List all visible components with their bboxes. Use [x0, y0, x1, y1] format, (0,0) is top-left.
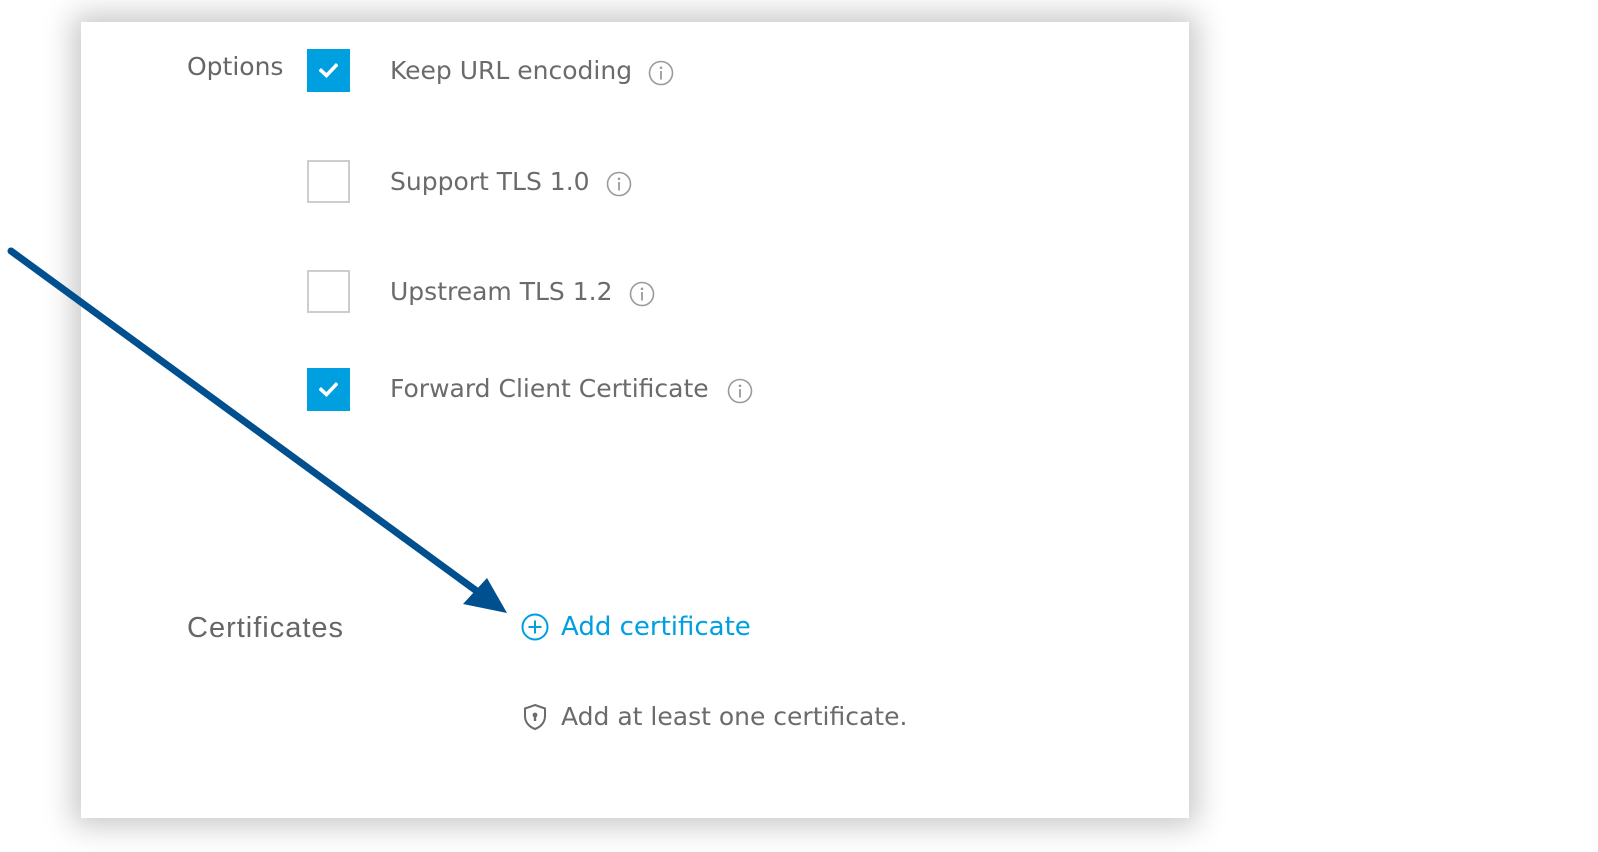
settings-card: Options Keep URL encoding Support TLS 1.… — [81, 22, 1189, 818]
forward-client-certificate-checkbox[interactable] — [307, 368, 350, 411]
keep-url-encoding-checkbox[interactable] — [307, 49, 350, 92]
options-label: Options — [187, 52, 284, 81]
certificate-hint-text: Add at least one certificate. — [561, 702, 908, 731]
support-tls-1-0-label: Support TLS 1.0 — [390, 166, 590, 196]
upstream-tls-1-2-label: Upstream TLS 1.2 — [390, 276, 613, 306]
add-certificate-button[interactable]: Add certificate — [521, 612, 751, 642]
info-icon[interactable] — [629, 281, 655, 307]
upstream-tls-1-2-checkbox[interactable] — [307, 270, 350, 313]
add-certificate-label: Add certificate — [561, 612, 751, 642]
info-icon[interactable] — [727, 378, 753, 404]
info-icon[interactable] — [648, 60, 674, 86]
forward-client-certificate-label: Forward Client Certificate — [390, 373, 709, 403]
certificate-hint: Add at least one certificate. — [522, 702, 907, 731]
info-icon[interactable] — [606, 171, 632, 197]
certificates-label: Certificates — [187, 612, 345, 644]
forward-client-certificate-option: Forward Client Certificate — [390, 372, 753, 404]
keep-url-encoding-label: Keep URL encoding — [390, 55, 633, 85]
shield-lock-icon — [524, 703, 546, 730]
support-tls-1-0-option: Support TLS 1.0 — [390, 165, 632, 197]
check-icon — [319, 62, 338, 79]
support-tls-1-0-checkbox[interactable] — [307, 160, 350, 203]
check-icon — [319, 381, 338, 398]
keep-url-encoding-option: Keep URL encoding — [390, 54, 674, 86]
plus-circle-icon — [521, 613, 549, 641]
upstream-tls-1-2-option: Upstream TLS 1.2 — [390, 275, 655, 307]
